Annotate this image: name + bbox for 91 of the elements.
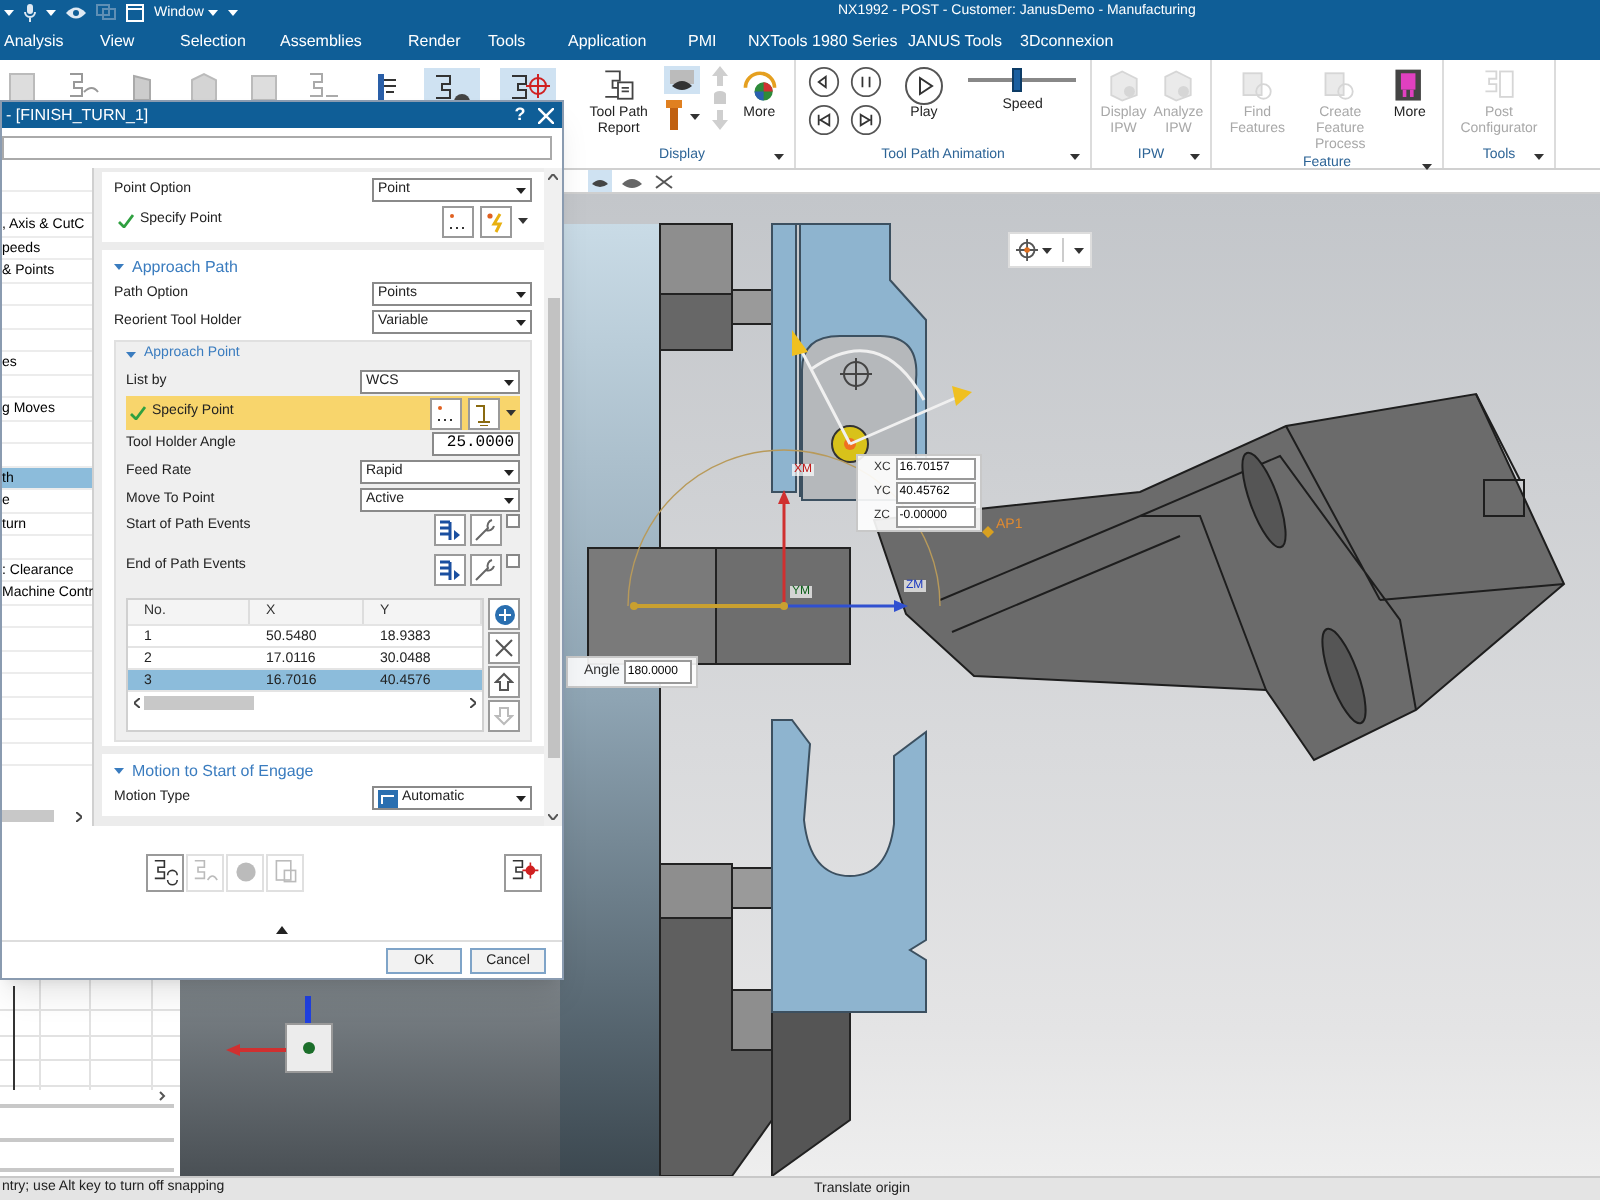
move-up-icon [494,672,514,692]
skip-forward-icon[interactable] [849,104,882,136]
wrench-icon [474,558,498,582]
caret-icon [504,379,514,385]
menu-item[interactable]: NXTools 1980 Series [748,34,908,50]
crosshair-icon[interactable] [1016,238,1039,262]
angle-input[interactable]: 25.0000 [432,432,520,456]
microphone-icon[interactable] [24,3,36,21]
scrollbar-thumb[interactable] [547,297,559,757]
wrench-icon [474,518,498,542]
pause-icon[interactable] [849,66,882,98]
edit-button[interactable] [470,554,502,586]
collapse-icon[interactable] [276,925,288,933]
caret-icon [689,113,700,119]
point-dialog-icon [446,211,470,231]
path-icon [378,789,398,807]
point-dialog-button[interactable] [430,397,462,429]
point-dialog-button[interactable] [442,205,474,237]
footer-tool-button[interactable] [146,853,184,891]
scrollbar-thumb[interactable] [2,810,54,822]
delete-point-button[interactable] [488,632,520,664]
chevron-right-icon[interactable] [470,697,476,707]
add-point-button[interactable] [488,598,520,630]
caret-icon [1190,154,1200,160]
menu-item[interactable]: Assemblies [280,34,408,50]
scrollbar-thumb[interactable] [144,695,254,709]
caret-icon [506,410,516,416]
caret-icon [504,469,514,475]
move-up-button[interactable] [488,666,520,698]
caret-icon [774,154,784,160]
point-on-curve-icon [472,401,496,425]
caret-icon [1074,247,1084,253]
hide-icon[interactable] [652,171,676,191]
dialog-title: - [FINISH_TURN_1] [6,103,151,127]
menu-item[interactable]: Selection [180,34,280,50]
menu-item[interactable]: JANUS Tools [908,34,1020,50]
events-button[interactable] [434,554,466,586]
window-icon[interactable] [126,3,144,21]
menu-item[interactable]: PMI [688,34,748,50]
menu-item[interactable]: Application [568,34,688,50]
caret-icon [518,218,528,224]
events-button[interactable] [434,514,466,546]
menu-item[interactable]: 3Dconnexion [1020,34,1140,50]
menu-item[interactable]: Render [408,34,488,50]
menu-item[interactable]: Tools [488,34,568,50]
slider-thumb[interactable] [1012,68,1023,92]
ribbon-icon [1237,66,1278,106]
inferred-point-icon [484,209,508,233]
checkbox[interactable] [506,554,520,568]
section-header[interactable]: Motion to Start of Engage [114,758,532,784]
point-dialog-icon [434,403,458,423]
step-back-icon[interactable] [807,66,840,98]
caret-icon [4,9,14,15]
skip-back-icon[interactable] [807,104,840,136]
eye-icon[interactable] [66,5,86,19]
caret-icon [516,795,526,801]
approach-point-marker [982,526,994,538]
ribbon-icon [739,66,780,106]
speed-slider[interactable] [968,68,1077,92]
chevron-down-icon[interactable] [548,814,558,820]
section-header[interactable]: Approach Path [114,254,532,280]
caret-icon [1534,154,1544,160]
event-icon [438,558,462,582]
chevron-left-icon[interactable] [134,697,140,707]
chevron-right-icon[interactable] [76,811,82,821]
menu-item[interactable]: View [100,34,180,50]
name-field[interactable] [2,136,552,160]
chevron-up-icon[interactable] [548,174,558,180]
move-down-icon [494,706,514,726]
delete-icon [494,638,514,658]
caret-icon [516,291,526,297]
point-type-button[interactable] [468,397,500,429]
caret-icon [1070,154,1080,160]
display-icon[interactable] [588,170,612,192]
caret-icon [1042,247,1053,253]
checkbox[interactable] [506,514,520,528]
event-icon [438,518,462,542]
eye-icon[interactable] [663,66,700,94]
edit-button[interactable] [470,514,502,546]
view-triad-drawing [226,996,333,1073]
add-icon [493,603,515,625]
close-icon[interactable] [538,107,554,123]
caret-icon [516,319,526,325]
menu-item[interactable]: Analysis [4,34,100,50]
point-type-button[interactable] [480,205,512,237]
regenerate-icon [149,856,181,888]
generate-button[interactable] [504,853,542,891]
help-button[interactable]: ? [510,106,530,124]
caret-icon [504,497,514,503]
play-icon [903,66,944,106]
caret-icon [46,9,56,15]
